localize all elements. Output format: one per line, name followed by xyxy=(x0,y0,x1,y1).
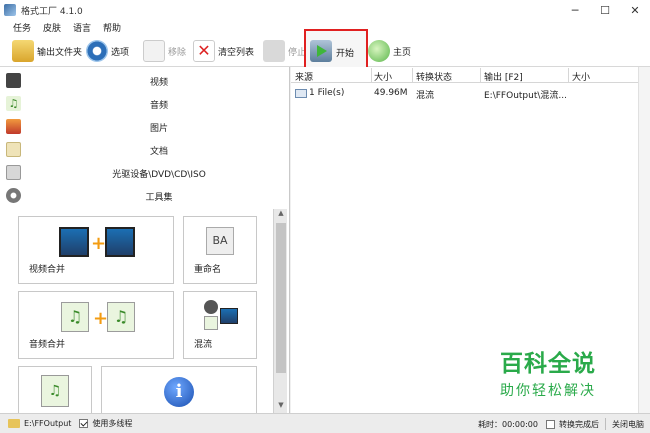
tool-video-merge-label: 视频合并 xyxy=(29,265,66,275)
minimize-button[interactable]: ─ xyxy=(560,0,590,20)
tool-rename[interactable]: BA 重命名 xyxy=(183,216,257,284)
tools-scrollbar[interactable]: ▲ ▼ xyxy=(273,209,287,413)
menu-language[interactable]: 语言 xyxy=(73,21,91,34)
clear-list-label: 清空列表 xyxy=(218,47,255,58)
category-disc-label: 光驱设备\DVD\CD\ISO xyxy=(112,170,206,180)
tool-mux-label: 混流 xyxy=(194,340,213,350)
row-status: 混流 xyxy=(416,91,435,101)
category-video[interactable]: 视频 xyxy=(0,69,288,92)
col-output[interactable]: 输出 [F2] xyxy=(484,70,523,83)
category-tools-label: 工具集 xyxy=(145,193,173,203)
home-label: 主页 xyxy=(393,47,412,58)
elapsed-time: 耗时：00:00:00 xyxy=(478,419,538,429)
after-convert-checkbox[interactable] xyxy=(546,419,555,429)
menu-skin[interactable]: 皮肤 xyxy=(43,21,61,34)
menu-help[interactable]: 帮助 xyxy=(103,21,121,34)
scrollbar-thumb[interactable] xyxy=(276,223,286,373)
close-button[interactable]: ✕ xyxy=(620,0,650,20)
film-icon xyxy=(6,73,21,88)
task-list-scrollbar[interactable] xyxy=(638,67,650,413)
multithread-checkbox[interactable] xyxy=(79,419,89,428)
output-folder-icon[interactable] xyxy=(8,419,20,428)
home-button[interactable]: 主页 xyxy=(368,38,411,64)
category-audio-label: 音频 xyxy=(149,101,168,111)
title-bar: 格式工厂 4.1.0 ─ ☐ ✕ xyxy=(0,0,650,20)
remove-label: 移除 xyxy=(168,47,187,58)
stop-icon xyxy=(263,40,285,62)
row-size: 49.96M xyxy=(374,88,408,98)
start-label: 开始 xyxy=(336,49,355,59)
col-status[interactable]: 转换状态 xyxy=(416,70,452,83)
tool-audio-split[interactable]: ♫ xyxy=(18,366,92,413)
category-panel: 视频 ♫ 音频 图片 文档 光驱设备\DVD\CD\ISO 工具集 + 视频合并… xyxy=(0,67,290,413)
row-source: 1 File(s) xyxy=(309,88,345,98)
gear-icon xyxy=(86,40,108,62)
tool-video-merge[interactable]: + 视频合并 xyxy=(18,216,174,284)
clear-list-button[interactable]: ✕ 清空列表 xyxy=(193,38,254,64)
output-folder-button[interactable]: 输出文件夹 xyxy=(12,38,82,64)
remove-button[interactable]: 移除 xyxy=(143,38,186,64)
tool-rename-label: 重命名 xyxy=(194,265,222,275)
document-icon xyxy=(6,142,21,157)
category-disc[interactable]: 光驱设备\DVD\CD\ISO xyxy=(0,161,288,184)
category-image-label: 图片 xyxy=(149,124,168,134)
menu-task[interactable]: 任务 xyxy=(13,21,31,34)
scroll-down-arrow-icon[interactable]: ▼ xyxy=(274,401,288,413)
maximize-button[interactable]: ☐ xyxy=(590,0,620,20)
task-list-header: 来源 大小 转换状态 输出 [F2] 大小 xyxy=(291,67,638,83)
music-note-icon: ♫ xyxy=(6,96,21,111)
home-globe-icon xyxy=(368,40,390,62)
options-button[interactable]: 选项 xyxy=(86,38,129,64)
app-icon xyxy=(4,4,16,16)
category-document[interactable]: 文档 xyxy=(0,138,288,161)
options-label: 选项 xyxy=(111,47,130,58)
after-convert-action[interactable]: 关闭电脑 xyxy=(612,419,644,430)
remove-icon xyxy=(143,40,165,62)
category-image[interactable]: 图片 xyxy=(0,115,288,138)
col-size[interactable]: 大小 xyxy=(374,70,392,83)
picture-icon xyxy=(6,119,21,134)
info-icon: i xyxy=(164,377,194,407)
tool-mux[interactable]: 混流 xyxy=(183,291,257,359)
stop-button[interactable]: 停止 xyxy=(263,38,306,64)
audio-merge-icon: ♫ + ♫ xyxy=(61,302,137,332)
rename-icon: BA xyxy=(206,227,234,255)
tools-grid: + 视频合并 BA 重命名 ♫ + ♫ 音频合并 混流 ♫ i xyxy=(0,209,272,413)
folder-icon xyxy=(12,40,34,62)
category-document-label: 文档 xyxy=(149,147,168,157)
category-video-label: 视频 xyxy=(149,78,168,88)
col-source[interactable]: 来源 xyxy=(295,70,313,83)
tools-gear-icon xyxy=(6,188,21,203)
watermark-title: 百科全说 xyxy=(500,351,596,377)
category-audio[interactable]: ♫ 音频 xyxy=(0,92,288,115)
disc-drive-icon xyxy=(6,165,21,180)
multithread-label: 使用多线程 xyxy=(92,419,133,428)
tool-audio-merge[interactable]: ♫ + ♫ 音频合并 xyxy=(18,291,174,359)
output-folder-label: 输出文件夹 xyxy=(37,47,83,58)
col-output-size[interactable]: 大小 xyxy=(572,70,590,83)
delete-x-icon: ✕ xyxy=(193,40,215,62)
audio-split-icon: ♫ xyxy=(41,375,69,407)
file-icon xyxy=(295,89,307,98)
window-title: 格式工厂 4.1.0 xyxy=(21,6,83,17)
row-output: E:\FFOutput\混流... xyxy=(484,91,567,101)
watermark: 百科全说 助你轻松解决 xyxy=(478,344,618,400)
table-row[interactable]: 1 File(s) 49.96M 混流 E:\FFOutput\混流... xyxy=(291,85,638,101)
scroll-up-arrow-icon[interactable]: ▲ xyxy=(274,209,288,221)
after-convert-label: 转换完成后 xyxy=(559,419,599,429)
tool-audio-merge-label: 音频合并 xyxy=(29,340,66,350)
mux-icon xyxy=(204,300,238,332)
category-tools[interactable]: 工具集 xyxy=(0,184,288,207)
output-path[interactable]: E:\FFOutput xyxy=(24,419,71,428)
start-icon xyxy=(310,40,332,62)
watermark-subtitle: 助你轻松解决 xyxy=(500,383,596,399)
tool-media-info[interactable]: i xyxy=(101,366,257,413)
status-bar: E:\FFOutput 使用多线程 耗时：00:00:00 转换完成后 关闭电脑 xyxy=(0,413,650,433)
video-merge-icon: + xyxy=(59,227,135,257)
